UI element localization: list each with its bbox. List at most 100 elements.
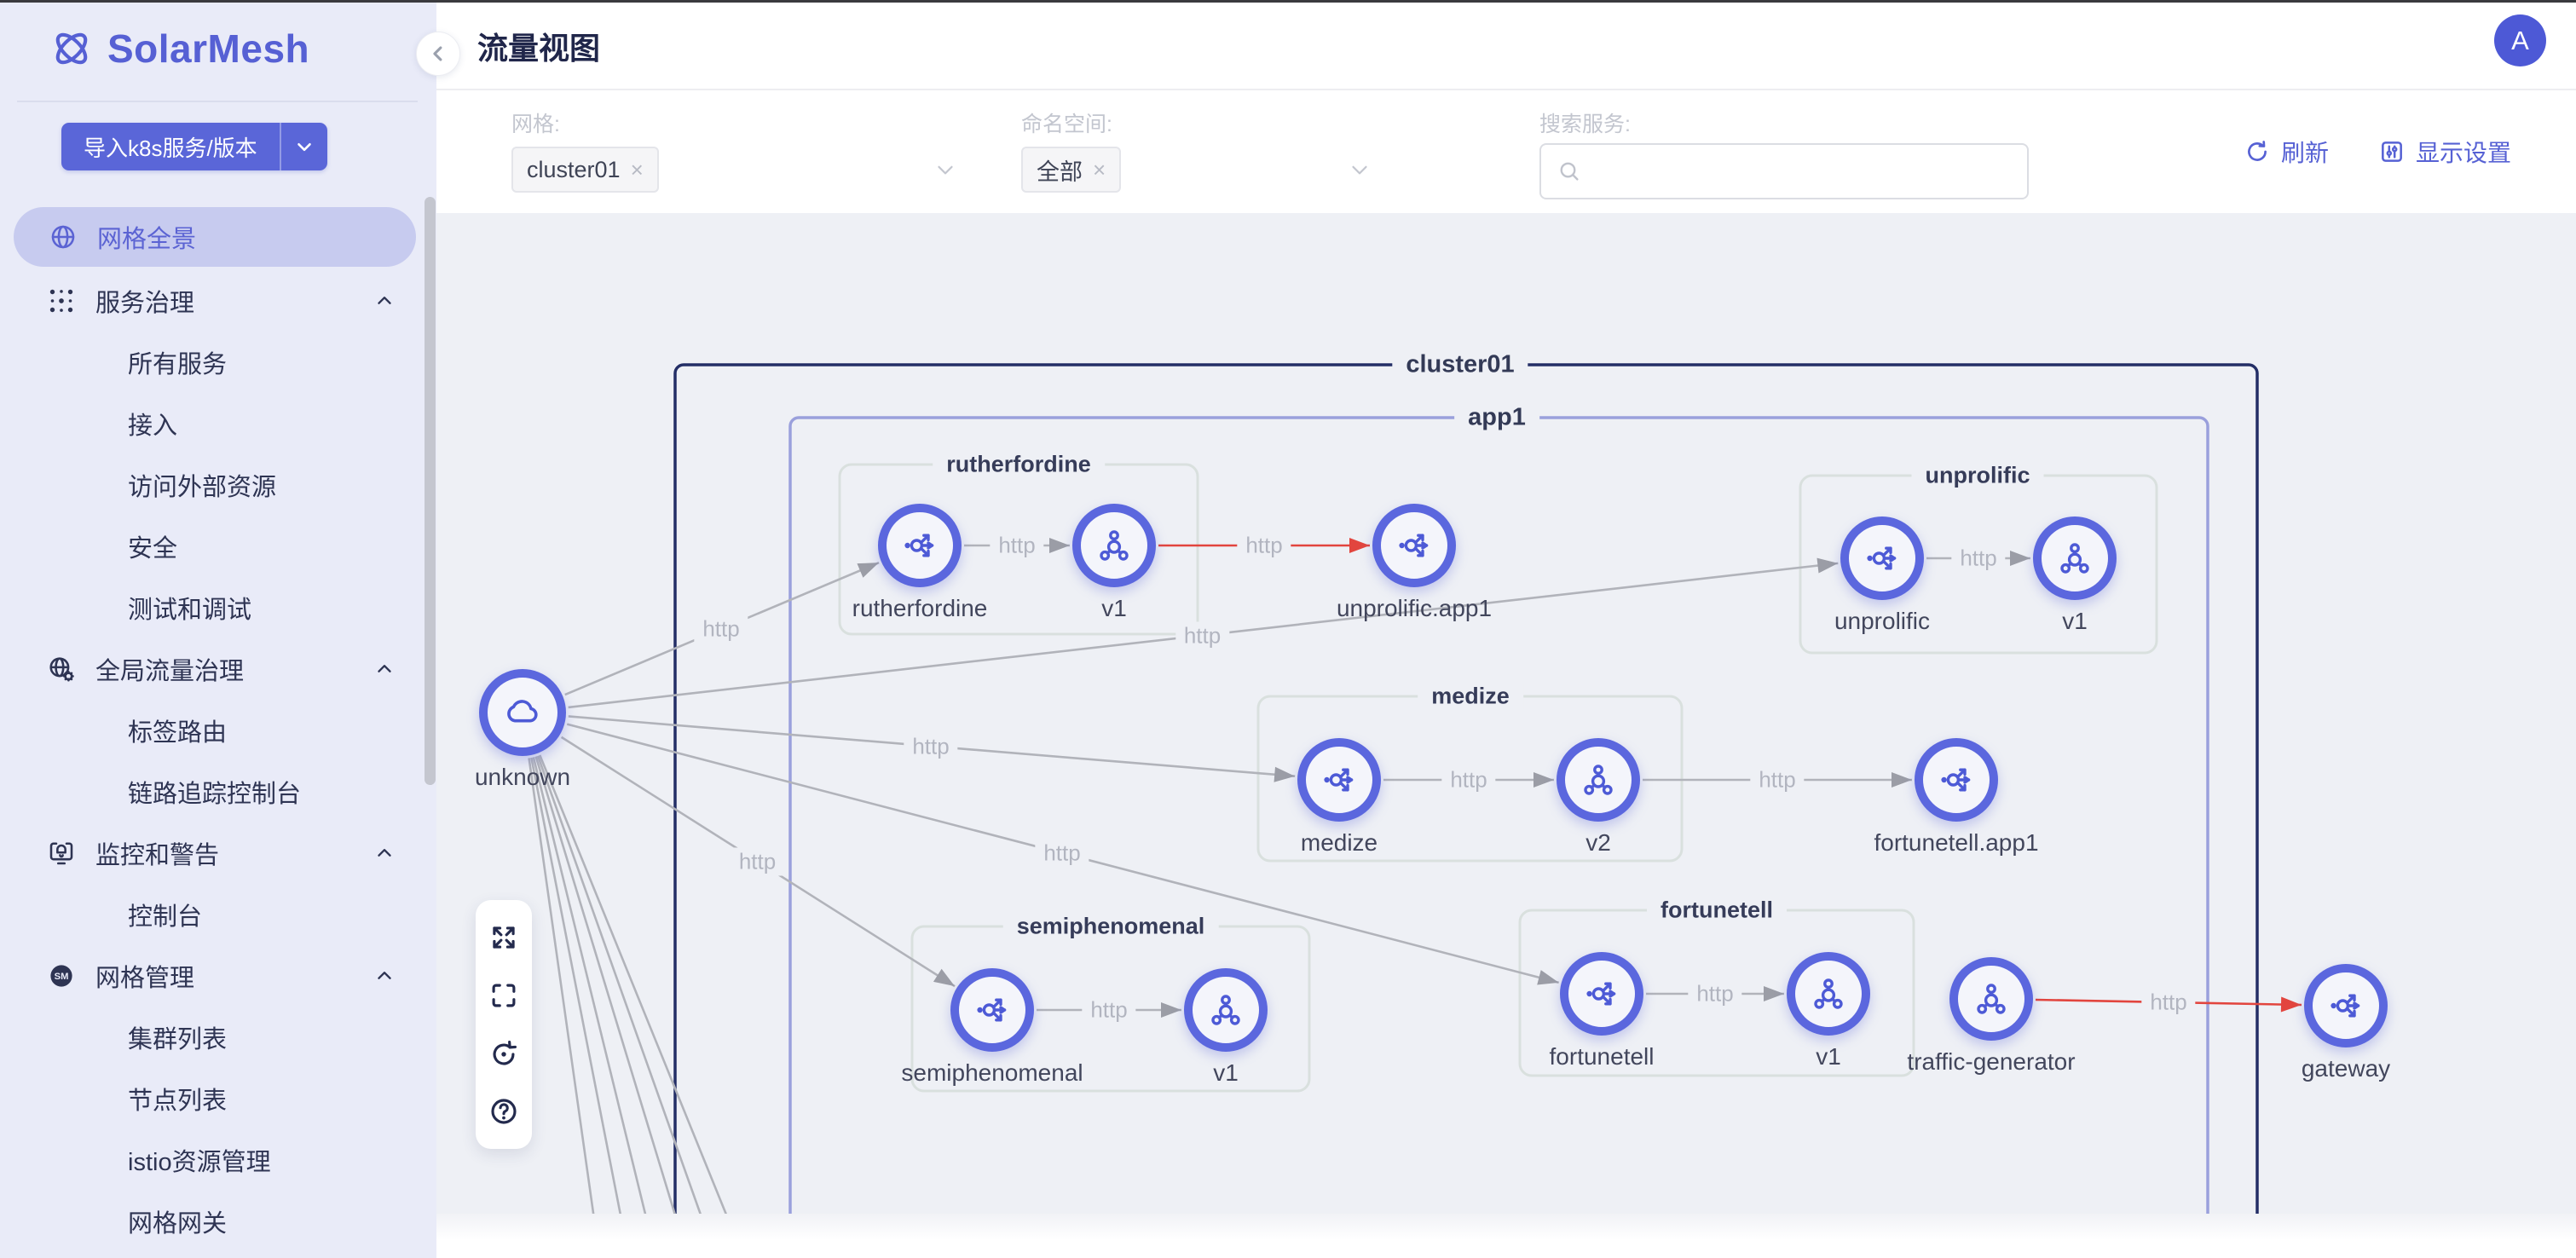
sidebar-item-节点列表[interactable]: 节点列表: [0, 1068, 436, 1129]
namespace-select-chevron-down-icon[interactable]: [1347, 157, 1372, 182]
node-unprolific_v1[interactable]: [2037, 521, 2112, 596]
import-k8s-button-label[interactable]: 导入k8s服务/版本: [61, 123, 281, 170]
sidebar-item-接入[interactable]: 接入: [0, 393, 436, 454]
sidebar-item-全局流量治理[interactable]: 全局流量治理: [0, 638, 436, 700]
sidebar-subitem-label: 链路追踪控制台: [128, 774, 301, 810]
sidebar-item-标签路由[interactable]: 标签路由: [0, 700, 436, 761]
node-medize_v2[interactable]: [1561, 742, 1636, 817]
chevron-up-icon[interactable]: [373, 658, 396, 680]
logo: SolarMesh: [49, 26, 309, 72]
edge-arrowhead: [1274, 767, 1296, 782]
solarmesh-logo-icon: [49, 26, 94, 71]
search-service-box[interactable]: [1539, 143, 2029, 199]
sidebar-subitem-label: 集群列表: [128, 1019, 227, 1055]
chevron-up-icon[interactable]: [373, 965, 396, 987]
sidebar-item-label: 服务治理: [95, 283, 194, 319]
sidebar-subitem-label: 测试和调试: [128, 590, 251, 626]
edge-unknown-unprolific_svc: [569, 563, 1839, 707]
node-gateway[interactable]: [2308, 968, 2383, 1043]
edge-unknown-medize_svc: [569, 716, 1295, 776]
sidebar-item-控制台[interactable]: 控制台: [0, 884, 436, 945]
search-input[interactable]: [1592, 149, 2027, 193]
avatar-initial: A: [2511, 26, 2529, 56]
topology-canvas[interactable]: cluster01app1rutherfordineunprolificmedi…: [436, 211, 2576, 1214]
sidebar-item-istio资源管理[interactable]: istio资源管理: [0, 1129, 436, 1191]
mesh-select-chevron-down-icon[interactable]: [933, 157, 958, 182]
sidebar-item-服务治理[interactable]: 服务治理: [0, 270, 436, 332]
chevron-left-icon: [426, 42, 450, 66]
window-top-edge: [0, 0, 2576, 3]
sidebar-divider: [17, 101, 418, 102]
display-settings-icon: [2378, 138, 2406, 165]
sidebar-subitem-label: 所有服务: [128, 344, 227, 380]
node-fortunetell_app1[interactable]: [1919, 742, 1994, 817]
mesh-management-icon: SM: [46, 961, 77, 991]
edge-arrowhead: [1892, 772, 1912, 788]
svg-text:SM: SM: [55, 972, 69, 982]
mesh-filter-chip[interactable]: cluster01 ×: [511, 147, 659, 193]
node-rutherfordine_v1[interactable]: [1077, 508, 1152, 583]
refresh-icon: [2244, 138, 2271, 165]
sidebar-item-label: 网格全景: [97, 219, 196, 255]
remove-icon[interactable]: ×: [631, 157, 644, 183]
group-box-cluster01[interactable]: [675, 365, 2257, 1214]
sidebar-item-安全[interactable]: 安全: [0, 516, 436, 577]
sidebar-item-访问外部资源[interactable]: 访问外部资源: [0, 454, 436, 516]
fit-view-icon[interactable]: [484, 976, 523, 1015]
chevron-up-icon[interactable]: [373, 290, 396, 312]
sidebar-collapse-button[interactable]: [416, 32, 460, 76]
edge-unknown-offscreen: [538, 756, 754, 1214]
edge-unknown-rutherfordine_svc: [565, 563, 879, 695]
node-unprolific_app1[interactable]: [1377, 508, 1452, 583]
canvas-toolbar: [476, 900, 532, 1149]
edge-arrowhead: [1349, 538, 1370, 553]
edge-unknown-offscreen: [540, 755, 787, 1214]
sidebar-item-测试和调试[interactable]: 测试和调试: [0, 577, 436, 638]
chevron-up-icon[interactable]: [373, 842, 396, 864]
node-semiphenomenal_v1[interactable]: [1188, 972, 1263, 1047]
sidebar-item-网格网关[interactable]: 网格网关: [0, 1191, 436, 1252]
sidebar-item-label: 全局流量治理: [95, 651, 244, 687]
remove-icon[interactable]: ×: [1093, 157, 1106, 183]
edge-arrowhead: [2010, 551, 2030, 566]
node-fortunetell_v1[interactable]: [1791, 956, 1866, 1031]
globe-icon: [48, 222, 78, 252]
sidebar-subitem-label: 访问外部资源: [128, 467, 276, 503]
avatar[interactable]: A: [2494, 14, 2546, 66]
node-medize_svc[interactable]: [1302, 742, 1377, 817]
monitor-alert-icon: [46, 838, 77, 868]
sidebar-item-集群列表[interactable]: 集群列表: [0, 1007, 436, 1068]
sidebar: SolarMesh 导入k8s服务/版本 网格全景服务治理所有服务接入访问外部资…: [0, 0, 436, 1258]
sidebar-item-网格全景[interactable]: 网格全景: [14, 207, 416, 267]
edge-arrowhead: [1533, 772, 1554, 788]
solarmesh-app: SolarMesh 导入k8s服务/版本 网格全景服务治理所有服务接入访问外部资…: [0, 0, 2576, 1258]
help-icon[interactable]: [484, 1092, 523, 1131]
edge-unknown-fortunetell_svc: [567, 724, 1558, 983]
mesh-filter-value: cluster01: [527, 157, 621, 183]
sidebar-scrollbar[interactable]: [425, 197, 436, 785]
header: [436, 3, 2576, 89]
namespace-filter-chip[interactable]: 全部 ×: [1021, 147, 1121, 193]
display-settings-button[interactable]: 显示设置: [2378, 135, 2511, 169]
import-k8s-button[interactable]: 导入k8s服务/版本: [61, 123, 327, 170]
sidebar-nav: 网格全景服务治理所有服务接入访问外部资源安全测试和调试全局流量治理标签路由链路追…: [0, 207, 436, 1252]
sidebar-item-所有服务[interactable]: 所有服务: [0, 332, 436, 393]
node-traffic_generator[interactable]: [1954, 961, 2029, 1036]
edge-unknown-offscreen: [529, 758, 615, 1214]
global-traffic-icon: [46, 654, 77, 684]
group-box-app1[interactable]: [790, 418, 2208, 1214]
refresh-label: 刷新: [2281, 135, 2329, 169]
reset-view-icon[interactable]: [484, 1034, 523, 1073]
sidebar-item-网格管理[interactable]: SM网格管理: [0, 945, 436, 1007]
node-rutherfordine_svc[interactable]: [882, 508, 957, 583]
chevron-down-icon[interactable]: [281, 123, 327, 170]
sidebar-item-链路追踪控制台[interactable]: 链路追踪控制台: [0, 761, 436, 822]
fullscreen-icon[interactable]: [484, 918, 523, 957]
node-semiphenomenal_svc[interactable]: [955, 972, 1030, 1047]
refresh-button[interactable]: 刷新: [2244, 135, 2329, 169]
node-unknown[interactable]: [483, 673, 562, 752]
node-unprolific_svc[interactable]: [1845, 521, 1920, 596]
node-fortunetell_svc[interactable]: [1564, 956, 1639, 1031]
sidebar-item-监控和警告[interactable]: 监控和警告: [0, 822, 436, 884]
edge-arrowhead: [1816, 558, 1838, 574]
